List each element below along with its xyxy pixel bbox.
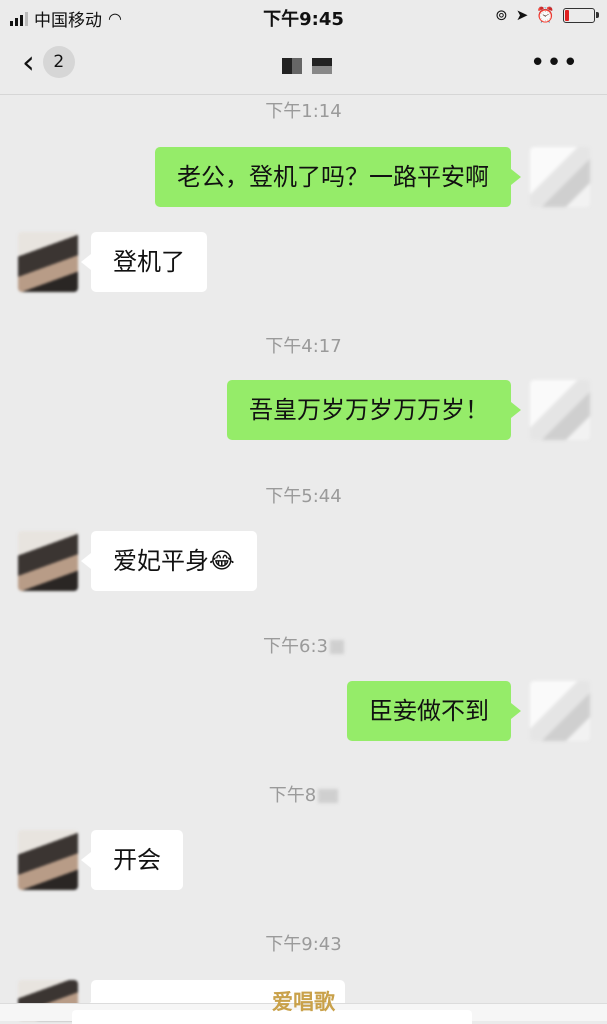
outgoing-message[interactable]: 吾皇万岁万岁万万岁！: [227, 380, 521, 440]
incoming-message[interactable]: 登机了: [81, 232, 207, 292]
timestamp: 下午8: [0, 781, 607, 807]
message-text: 爱妃平身: [113, 547, 209, 575]
timestamp: 下午5:44: [265, 486, 342, 507]
my-avatar[interactable]: [530, 147, 590, 207]
more-icon[interactable]: •••: [530, 48, 579, 78]
contact-avatar[interactable]: [18, 232, 78, 292]
timestamp: 下午1:14: [265, 101, 342, 122]
status-right: ⊚ ➤ ⏰: [495, 6, 599, 24]
my-avatar[interactable]: [530, 681, 590, 741]
chat-title-pixelated: [282, 58, 332, 74]
laughing-emoji-icon: 😂: [209, 549, 235, 574]
outgoing-message[interactable]: 老公，登机了吗？一路平安啊: [155, 147, 521, 207]
timestamp: 下午6:3: [0, 632, 607, 658]
chat-navbar: ‹ 2 •••: [0, 32, 607, 95]
incoming-message[interactable]: 爱妃平身😂: [81, 531, 257, 591]
outgoing-message[interactable]: 臣妾做不到: [347, 681, 521, 741]
back-button[interactable]: ‹ 2: [22, 46, 75, 78]
contact-avatar[interactable]: [18, 531, 78, 591]
alarm-icon: ⏰: [536, 6, 555, 24]
unread-badge: 2: [42, 46, 75, 78]
watermark: 爱唱歌: [272, 990, 335, 1014]
my-avatar[interactable]: [530, 380, 590, 440]
contact-avatar[interactable]: [18, 830, 78, 890]
battery-icon: [563, 7, 599, 23]
timestamp: 下午9:43: [265, 934, 342, 955]
lock-rotation-icon: ⊚: [495, 6, 508, 24]
location-icon: ➤: [515, 6, 529, 24]
status-bar: 中国移动 ◠ 下午9:45 ⊚ ➤ ⏰: [0, 0, 607, 32]
timestamp: 下午4:17: [265, 336, 342, 357]
chevron-left-icon: ‹: [22, 43, 35, 81]
incoming-message[interactable]: 开会: [81, 830, 183, 890]
